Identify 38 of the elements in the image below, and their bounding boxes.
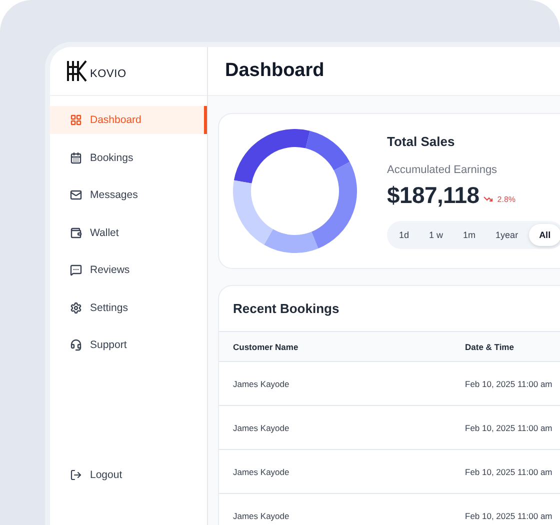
sidebar-item[interactable]: Settings	[50, 294, 207, 322]
page-title: Dashboard	[225, 60, 324, 82]
period-tab[interactable]: 1m	[454, 224, 485, 246]
column-header: Date & Time	[465, 342, 515, 352]
grid-icon	[70, 114, 82, 126]
table-cell-text: Feb 10, 2025 11:00 am	[465, 510, 554, 520]
sidebar-item[interactable]: Wallet	[50, 218, 207, 246]
table-cell-text: James Kayode	[233, 378, 290, 388]
brand-name: KOVIO	[90, 68, 126, 80]
settings-icon	[70, 302, 82, 314]
period-tab[interactable]: 1d	[390, 224, 418, 246]
logout-icon	[70, 469, 82, 481]
change-percent: 2.8%	[497, 194, 516, 204]
sidebar-item[interactable]: Support	[50, 331, 207, 359]
period-tab[interactable]: 1year	[486, 224, 528, 246]
card-title: Total Sales	[387, 134, 456, 148]
earnings-amount: $187,118	[387, 182, 480, 208]
sidebar-item[interactable]: Messages	[50, 181, 207, 209]
table-cell-text: Feb 10, 2025 11:00 am	[465, 422, 554, 432]
table-cell-text: James Kayode	[233, 510, 290, 520]
table-cell-text: Feb 10, 2025 11:00 am	[465, 466, 554, 476]
logout-item[interactable]: Logout	[50, 461, 207, 489]
logo-icon	[66, 60, 88, 82]
table-cell-text: Feb 10, 2025 11:00 am	[465, 378, 554, 388]
card-title: Recent Bookings	[232, 300, 340, 318]
earnings-label: Accumulated Earnings	[387, 164, 498, 176]
chat-bubble-icon	[70, 264, 82, 276]
period-tab[interactable]: 1 w	[420, 224, 452, 246]
sidebar-item[interactable]: Reviews	[50, 256, 207, 284]
headset-icon	[70, 339, 82, 351]
table-cell-text: James Kayode	[233, 422, 290, 432]
sidebar-item[interactable]: Bookings	[50, 144, 207, 172]
wallet-icon	[70, 226, 82, 238]
envelope-icon	[70, 189, 82, 201]
column-header: Customer Name	[233, 342, 300, 352]
table-cell-text: James Kayode	[233, 466, 290, 476]
period-tab[interactable]: All	[529, 224, 560, 246]
calendar-icon	[70, 152, 82, 164]
